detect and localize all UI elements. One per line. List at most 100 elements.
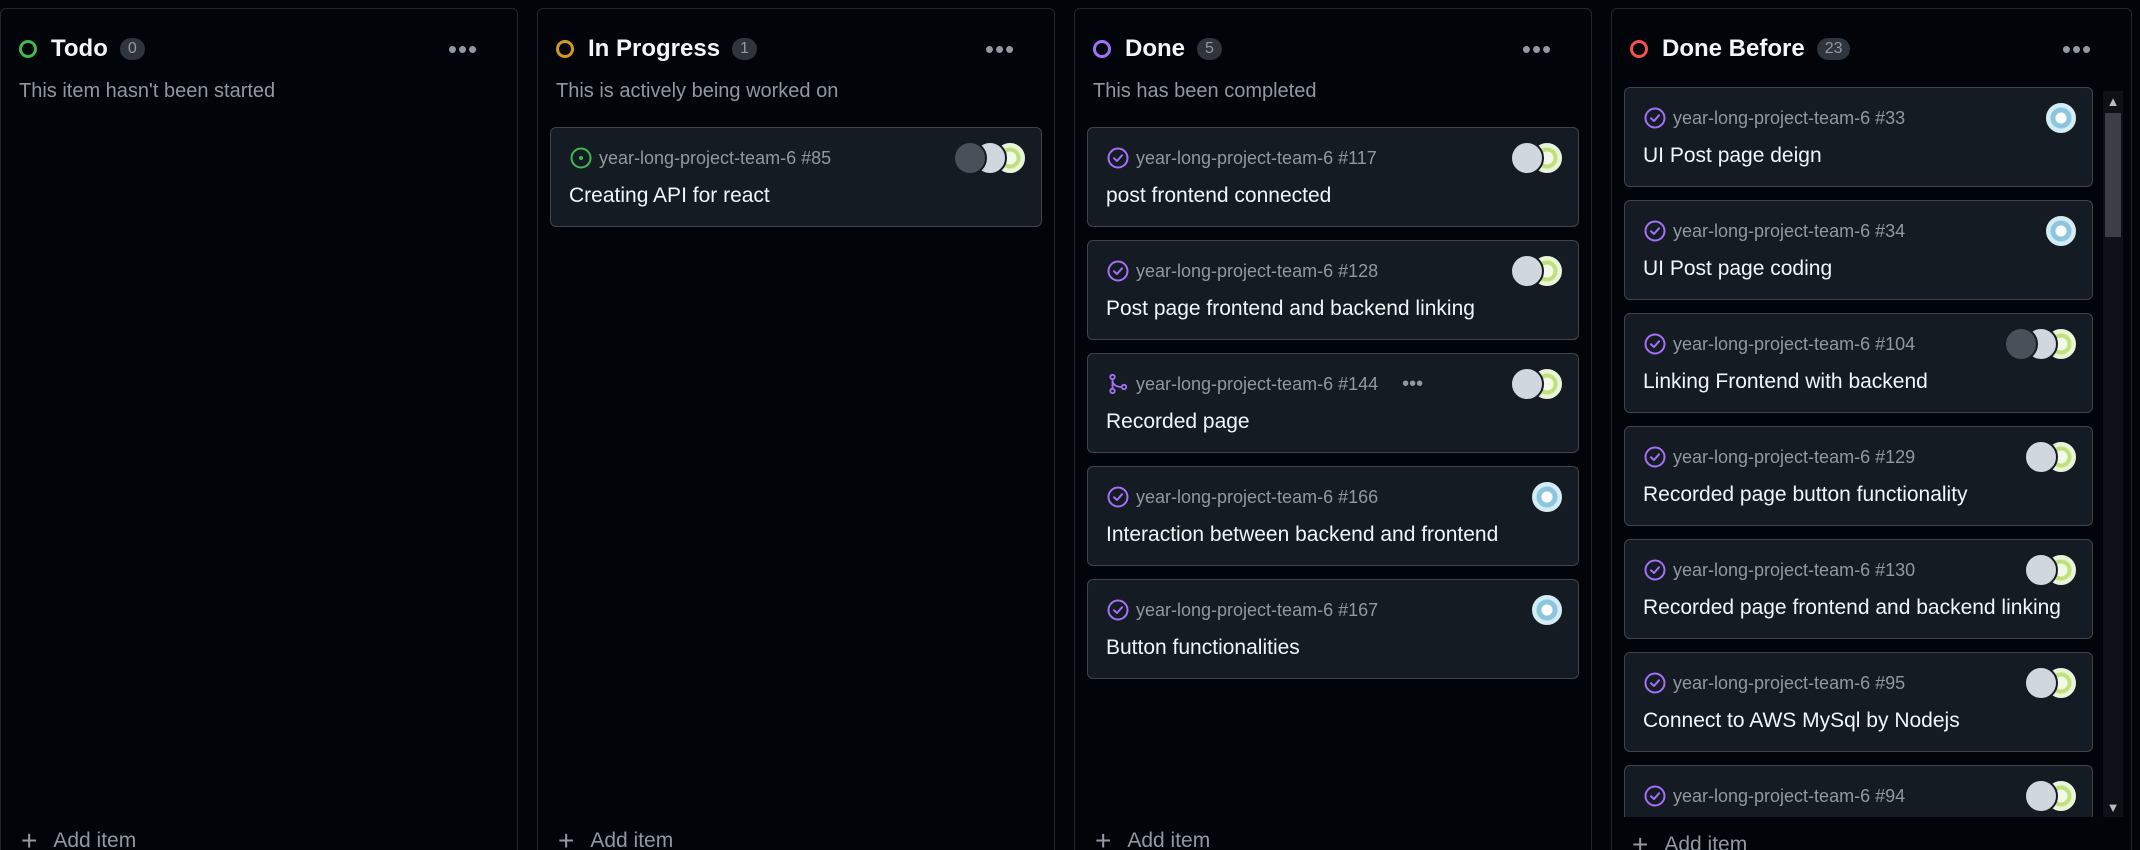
card-meta: year-long-project-team-6 #117 — [1106, 146, 1377, 170]
pull-request-card[interactable]: year-long-project-team-6 #144 ••• Record… — [1087, 353, 1579, 453]
card-title[interactable]: UI Post page coding — [1643, 257, 1832, 281]
pull-request-merged-icon — [1109, 373, 1128, 395]
issue-closed-icon — [1644, 785, 1666, 807]
avatar[interactable] — [2024, 779, 2058, 813]
add-item-label: Add item — [590, 829, 674, 850]
card-title[interactable]: Button functionalities — [1106, 636, 1300, 660]
column-header: In Progress 1 ••• — [556, 31, 1036, 67]
card-title[interactable]: Connect to AWS MySql by Nodejs — [1643, 709, 1960, 733]
issue-card[interactable]: year-long-project-team-6 #85 Creating AP… — [550, 127, 1042, 227]
avatar[interactable] — [2024, 440, 2058, 474]
add-item-button[interactable]: + Add item — [1095, 825, 1211, 850]
assignee-avatars — [2024, 553, 2078, 587]
card-reference: year-long-project-team-6 #130 — [1673, 559, 1916, 580]
issue-card[interactable]: year-long-project-team-6 #33 UI Post pag… — [1624, 87, 2093, 187]
issue-closed-icon — [1644, 220, 1666, 242]
card-title[interactable]: Interaction between backend and frontend — [1106, 523, 1498, 547]
avatar[interactable] — [1510, 254, 1544, 288]
column-title: In Progress — [588, 35, 721, 62]
column-menu-button[interactable]: ••• — [1519, 31, 1555, 67]
issue-card[interactable]: year-long-project-team-6 #95 Connect to … — [1624, 652, 2093, 752]
assignee-avatars — [2044, 101, 2078, 135]
status-circle-icon — [1093, 40, 1111, 58]
issue-card[interactable]: year-long-project-team-6 #94 — [1624, 765, 2093, 817]
issue-card[interactable]: year-long-project-team-6 #34 UI Post pag… — [1624, 200, 2093, 300]
card-title[interactable]: post frontend connected — [1106, 184, 1331, 208]
add-item-label: Add item — [1664, 833, 1748, 850]
card-title[interactable]: UI Post page deign — [1643, 144, 1822, 168]
card-reference: year-long-project-team-6 #33 — [1673, 107, 1906, 128]
card-options-button[interactable]: ••• — [1402, 373, 1423, 396]
issue-closed-icon — [1644, 446, 1666, 468]
add-item-label: Add item — [53, 829, 137, 850]
column-description: This has been completed — [1093, 80, 1317, 102]
avatar[interactable] — [1510, 141, 1544, 175]
issue-card[interactable]: year-long-project-team-6 #104 Linking Fr… — [1624, 313, 2093, 413]
issue-open-icon — [570, 147, 592, 169]
plus-icon: + — [1095, 825, 1112, 850]
column-menu-button[interactable]: ••• — [982, 31, 1018, 67]
avatar[interactable] — [2004, 327, 2038, 361]
card-reference: year-long-project-team-6 #85 — [599, 147, 832, 168]
column-title: Todo — [51, 35, 108, 62]
plus-icon: + — [21, 825, 38, 850]
add-item-button[interactable]: + Add item — [21, 825, 137, 850]
plus-icon: + — [1632, 829, 1649, 850]
issue-closed-icon — [1107, 486, 1129, 508]
issue-card[interactable]: year-long-project-team-6 #166 Interactio… — [1087, 466, 1579, 566]
card-list-scrollbar[interactable]: ▲ ▼ — [2103, 91, 2123, 817]
column-count-badge: 5 — [1197, 38, 1222, 60]
card-meta: year-long-project-team-6 #104 — [1643, 332, 1915, 356]
card-title[interactable]: Recorded page frontend and backend linki… — [1643, 596, 2061, 620]
assignee-avatars — [2004, 327, 2078, 361]
assignee-avatars — [1530, 593, 1564, 627]
issue-closed-icon — [1107, 599, 1129, 621]
card-meta: year-long-project-team-6 #34 — [1643, 219, 1905, 243]
avatar[interactable] — [2024, 553, 2058, 587]
card-title[interactable]: Recorded page button functionality — [1643, 483, 1968, 507]
card-meta: year-long-project-team-6 #167 — [1106, 598, 1378, 622]
column-count-badge: 23 — [1816, 38, 1851, 60]
avatar[interactable] — [2044, 214, 2078, 248]
card-meta: year-long-project-team-6 #85 — [569, 146, 831, 170]
status-circle-icon — [19, 40, 37, 58]
card-reference: year-long-project-team-6 #34 — [1673, 220, 1906, 241]
scroll-up-arrow-icon[interactable]: ▲ — [2103, 91, 2123, 111]
add-item-label: Add item — [1127, 829, 1211, 850]
issue-closed-icon — [1644, 107, 1666, 129]
card-title[interactable]: Creating API for react — [569, 184, 770, 208]
column-menu-button[interactable]: ••• — [445, 31, 481, 67]
plus-icon: + — [558, 825, 575, 850]
column-done-before: Done Before 23 ••• year-long-project-tea… — [1611, 8, 2132, 850]
scroll-thumb[interactable] — [2105, 113, 2121, 237]
card-reference: year-long-project-team-6 #128 — [1136, 260, 1379, 281]
card-reference: year-long-project-team-6 #104 — [1673, 333, 1916, 354]
scroll-down-arrow-icon[interactable]: ▼ — [2103, 797, 2123, 817]
issue-closed-icon — [1107, 147, 1129, 169]
card-title[interactable]: Post page frontend and backend linking — [1106, 297, 1475, 321]
issue-card[interactable]: year-long-project-team-6 #129 Recorded p… — [1624, 426, 2093, 526]
avatar[interactable] — [1530, 593, 1564, 627]
column-header: Done 5 ••• — [1093, 31, 1573, 67]
avatar[interactable] — [1530, 480, 1564, 514]
add-item-button[interactable]: + Add item — [558, 825, 674, 850]
avatar[interactable] — [2044, 101, 2078, 135]
avatar[interactable] — [953, 141, 987, 175]
column-todo: Todo 0 ••• This item hasn't been started… — [0, 8, 518, 850]
assignee-avatars — [2024, 779, 2078, 813]
assignee-avatars — [2044, 214, 2078, 248]
column-menu-button[interactable]: ••• — [2059, 31, 2095, 67]
add-item-button[interactable]: + Add item — [1632, 829, 1748, 850]
issue-card[interactable]: year-long-project-team-6 #128 Post page … — [1087, 240, 1579, 340]
issue-card[interactable]: year-long-project-team-6 #117 post front… — [1087, 127, 1579, 227]
avatar[interactable] — [2024, 666, 2058, 700]
card-reference: year-long-project-team-6 #94 — [1673, 785, 1906, 806]
card-title[interactable]: Linking Frontend with backend — [1643, 370, 1928, 394]
issue-card[interactable]: year-long-project-team-6 #130 Recorded p… — [1624, 539, 2093, 639]
issue-card[interactable]: year-long-project-team-6 #167 Button fun… — [1087, 579, 1579, 679]
avatar[interactable] — [1510, 367, 1544, 401]
card-meta: year-long-project-team-6 #94 — [1643, 784, 1905, 808]
card-title[interactable]: Recorded page — [1106, 410, 1250, 434]
assignee-avatars — [1510, 254, 1564, 288]
status-circle-icon — [1630, 40, 1648, 58]
